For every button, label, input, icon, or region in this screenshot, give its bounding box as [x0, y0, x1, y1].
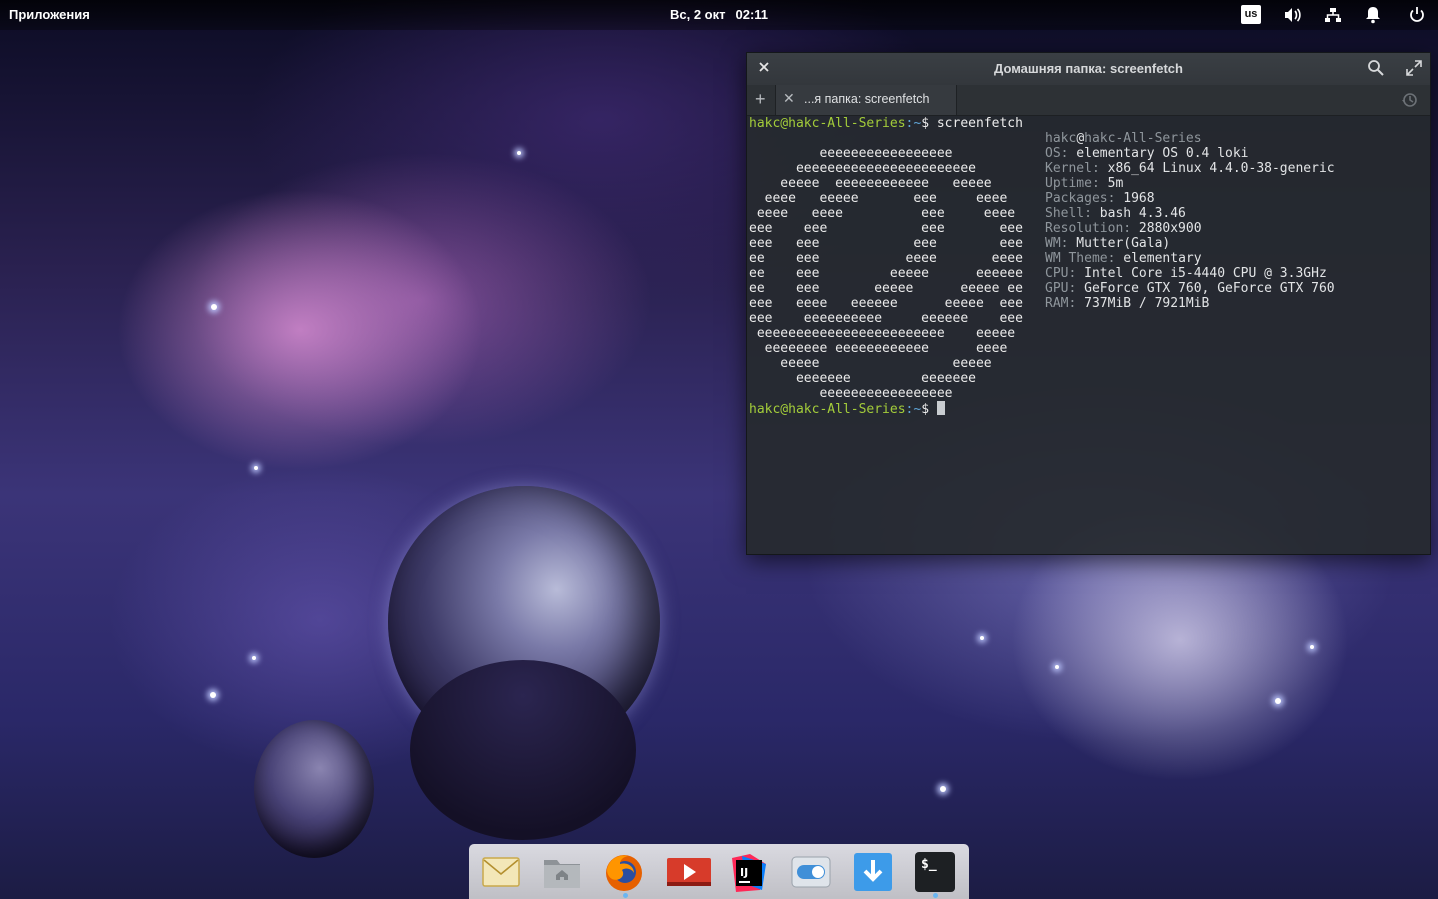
prompt-line[interactable]: hakc@hakc-All-Series:~$ — [749, 401, 945, 417]
info-key: CPU: — [1045, 266, 1077, 281]
system-info: hakc@hakc-All-Series OS: elementary OS 0… — [1045, 131, 1335, 311]
tab-label: ...я папка: screenfetch — [804, 92, 930, 106]
switchboard-icon[interactable] — [791, 852, 831, 892]
firefox-icon[interactable] — [604, 852, 644, 892]
terminal-window[interactable]: Домашняя папка: screenfetch + ✕ ...я пап… — [746, 52, 1431, 555]
info-row: Packages: 1968 — [1045, 191, 1335, 206]
prompt-path: :~ — [905, 116, 922, 131]
info-value: Mutter(Gala) — [1068, 236, 1171, 251]
search-icon[interactable] — [1367, 59, 1385, 77]
info-key: Packages: — [1045, 191, 1116, 206]
tab-bar: + ✕ ...я папка: screenfetch — [747, 85, 1430, 116]
appcenter-download-icon[interactable] — [853, 852, 893, 892]
wallpaper-planet-small — [254, 720, 374, 858]
info-key: Resolution: — [1045, 221, 1132, 236]
info-row: OS: elementary OS 0.4 loki — [1045, 146, 1335, 161]
terminal-titlebar[interactable]: Домашняя папка: screenfetch — [747, 53, 1430, 85]
info-value: 737MiB / 7921MiB — [1076, 296, 1210, 311]
info-row: Resolution: 2880x900 — [1045, 221, 1335, 236]
tab-screenfetch[interactable]: ✕ ...я папка: screenfetch — [775, 85, 957, 115]
prompt-user: hakc@hakc-All-Series — [749, 402, 906, 417]
info-row: WM: Mutter(Gala) — [1045, 236, 1335, 251]
star-decoration — [210, 692, 216, 698]
star-decoration — [980, 636, 984, 640]
info-value: elementary OS 0.4 loki — [1068, 146, 1249, 161]
panel-clock[interactable]: Вс, 2 окт 02:11 — [670, 7, 778, 22]
info-row: Shell: bash 4.3.46 — [1045, 206, 1335, 221]
star-decoration — [211, 304, 217, 310]
info-value: 2880x900 — [1131, 221, 1202, 236]
terminal-glyph: $_ — [921, 857, 937, 872]
power-icon[interactable] — [1407, 6, 1427, 24]
info-key: Uptime: — [1045, 176, 1100, 191]
info-row: CPU: Intel Core i5-4440 CPU @ 3.3GHz — [1045, 266, 1335, 281]
info-value: 5m — [1099, 176, 1124, 191]
prompt-path: :~ — [905, 402, 922, 417]
info-user: hakc — [1045, 131, 1077, 146]
prompt-symbol: $ — [921, 402, 930, 417]
info-host: hakc-All-Series — [1084, 131, 1202, 146]
volume-icon[interactable] — [1283, 6, 1303, 24]
intellij-icon[interactable]: IJ — [728, 852, 768, 892]
top-panel: Приложения Вс, 2 окт 02:11 us — [0, 0, 1438, 30]
info-row: Kernel: x86_64 Linux 4.4.0-38-generic — [1045, 161, 1335, 176]
network-icon[interactable] — [1323, 6, 1343, 24]
text-cursor — [936, 401, 945, 415]
terminal-output[interactable]: hakc@hakc-All-Series:~$ screenfetch eeee… — [749, 116, 1427, 546]
running-indicator — [623, 893, 628, 898]
panel-time: 02:11 — [735, 7, 769, 22]
maximize-icon[interactable] — [1405, 59, 1423, 77]
intellij-glyph: IJ — [740, 866, 748, 879]
info-row: WM Theme: elementary — [1045, 251, 1335, 266]
prompt-user: hakc@hakc-All-Series — [749, 116, 906, 131]
info-key: GPU: — [1045, 281, 1077, 296]
star-decoration — [254, 466, 258, 470]
applications-menu[interactable]: Приложения — [9, 7, 90, 22]
star-decoration — [940, 786, 946, 792]
info-value: bash 4.3.46 — [1091, 206, 1186, 221]
info-value: 1968 — [1115, 191, 1155, 206]
new-tab-icon[interactable]: + — [755, 89, 773, 109]
ascii-logo: eeeeeeeeeeeeeeeee eeeeeeeeeeeeeeeeeeeeee… — [749, 146, 1023, 401]
wallpaper-planet-shadow — [410, 660, 636, 840]
info-value: GeForce GTX 760, GeForce GTX 760 — [1076, 281, 1335, 296]
info-key: Shell: — [1045, 206, 1092, 221]
star-decoration — [1055, 665, 1059, 669]
command-text: screenfetch — [929, 116, 1023, 131]
info-value: Intel Core i5-4440 CPU @ 3.3GHz — [1076, 266, 1327, 281]
mail-icon[interactable] — [481, 852, 521, 892]
history-icon[interactable] — [1401, 91, 1419, 109]
info-at: @ — [1076, 131, 1085, 146]
info-value: x86_64 Linux 4.4.0-38-generic — [1099, 161, 1335, 176]
command-line: hakc@hakc-All-Series:~$ screenfetch — [749, 116, 1023, 131]
notifications-bell-icon[interactable] — [1363, 6, 1383, 24]
videos-icon[interactable] — [667, 852, 711, 892]
terminal-icon[interactable]: $_ — [915, 852, 955, 892]
info-value: elementary — [1115, 251, 1202, 266]
info-row: Uptime: 5m — [1045, 176, 1335, 191]
star-decoration — [1275, 698, 1281, 704]
info-row: RAM: 737MiB / 7921MiB — [1045, 296, 1335, 311]
tab-close-icon[interactable]: ✕ — [783, 90, 795, 107]
star-decoration — [517, 151, 521, 155]
info-row: GPU: GeForce GTX 760, GeForce GTX 760 — [1045, 281, 1335, 296]
files-icon[interactable] — [542, 852, 582, 892]
info-key: WM Theme: — [1045, 251, 1116, 266]
dock: IJ $_ — [469, 844, 969, 899]
prompt-symbol: $ — [921, 116, 930, 131]
star-decoration — [1310, 645, 1314, 649]
info-key: WM: — [1045, 236, 1069, 251]
info-header: hakc@hakc-All-Series — [1045, 131, 1335, 146]
info-key: OS: — [1045, 146, 1069, 161]
info-key: Kernel: — [1045, 161, 1100, 176]
info-key: RAM: — [1045, 296, 1077, 311]
panel-date: Вс, 2 окт — [670, 7, 726, 22]
window-title: Домашняя папка: screenfetch — [994, 61, 1183, 76]
running-indicator — [933, 893, 938, 898]
keyboard-layout-indicator[interactable]: us — [1241, 5, 1261, 24]
star-decoration — [252, 656, 256, 660]
